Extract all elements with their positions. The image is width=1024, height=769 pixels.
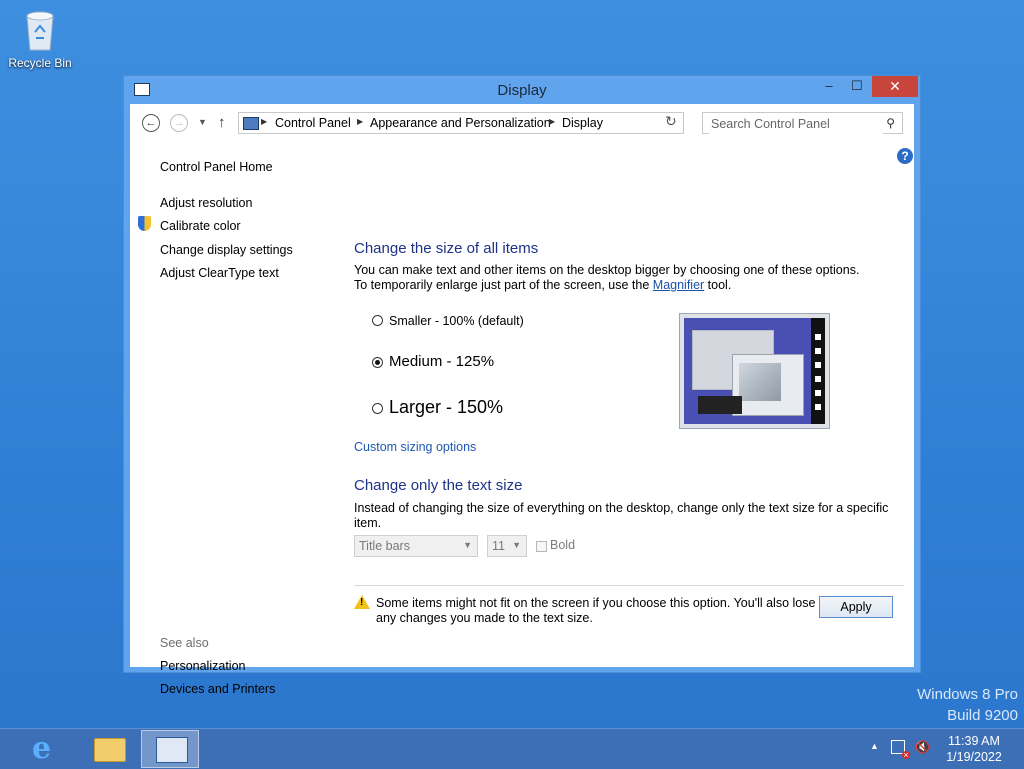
section-title-all-items: Change the size of all items <box>354 240 539 257</box>
uac-shield-icon <box>138 216 151 231</box>
description-text: You can make text and other items on the… <box>354 263 860 292</box>
option-smaller-label: Smaller - 100% (default) <box>389 314 524 328</box>
taskbar-file-explorer[interactable] <box>78 730 136 768</box>
section-title-text-size: Change only the text size <box>354 477 523 494</box>
breadcrumb-display[interactable]: Display <box>562 116 603 130</box>
breadcrumb-separator-icon[interactable]: ▶ <box>357 117 363 126</box>
option-larger-label: Larger - 150% <box>389 397 504 417</box>
bold-label: Bold <box>550 538 576 552</box>
search-box[interactable]: ⚲ <box>702 112 903 134</box>
breadcrumb-appearance[interactable]: Appearance and Personalization <box>370 116 551 130</box>
os-watermark: Windows 8 Pro Build 9200 <box>917 684 1018 726</box>
navigation-bar: ← → ▼ ↑ ▶ Control Panel ▶ Appearance and… <box>130 104 914 142</box>
see-also-personalization[interactable]: Personalization <box>160 659 245 673</box>
font-size-value: 11 <box>492 539 505 553</box>
bold-checkbox[interactable] <box>536 541 547 552</box>
recent-locations-chevron-icon[interactable]: ▼ <box>198 117 207 127</box>
title-bar[interactable]: Display – ☐ ✕ <box>124 76 920 104</box>
custom-sizing-options-link[interactable]: Custom sizing options <box>354 440 476 454</box>
breadcrumb-separator-icon[interactable]: ▶ <box>549 117 555 126</box>
item-select[interactable]: Title bars ▼ <box>354 535 478 557</box>
display-preview-image <box>679 313 830 429</box>
breadcrumb-control-panel[interactable]: Control Panel <box>275 116 351 130</box>
clock-date: 1/19/2022 <box>946 750 1002 764</box>
section-description: You can make text and other items on the… <box>354 263 874 293</box>
warning-icon <box>354 595 370 609</box>
clock-time: 11:39 AM <box>948 734 1000 748</box>
recycle-bin[interactable]: Recycle Bin <box>6 6 74 70</box>
see-also-devices-and-printers[interactable]: Devices and Printers <box>160 682 275 696</box>
watermark-build: Build 9200 <box>947 707 1018 724</box>
taskbar: e ▲ 🔇 11:39 AM 1/19/2022 <box>0 728 1024 769</box>
sidebar-control-panel-home[interactable]: Control Panel Home <box>160 160 273 174</box>
forward-button[interactable]: → <box>170 114 188 132</box>
help-icon[interactable]: ? <box>897 148 913 164</box>
sidebar-item-adjust-cleartype[interactable]: Adjust ClearType text <box>160 266 279 280</box>
chevron-down-icon: ▼ <box>512 540 521 550</box>
breadcrumb-separator-icon[interactable]: ▶ <box>261 117 267 126</box>
radio-larger[interactable] <box>372 403 383 414</box>
recycle-bin-icon <box>23 6 57 52</box>
sidebar-item-calibrate-color[interactable]: Calibrate color <box>160 219 241 233</box>
see-also-heading: See also <box>160 636 209 650</box>
show-hidden-icons-icon[interactable]: ▲ <box>870 741 879 751</box>
minimize-button[interactable]: – <box>814 76 844 97</box>
clock[interactable]: 11:39 AM 1/19/2022 <box>936 733 1012 765</box>
chevron-down-icon: ▼ <box>463 540 472 550</box>
item-select-value: Title bars <box>359 539 410 553</box>
font-size-select[interactable]: 11 ▼ <box>487 535 527 557</box>
volume-muted-icon[interactable]: 🔇 <box>915 740 930 754</box>
search-icon[interactable]: ⚲ <box>886 116 895 130</box>
network-icon[interactable] <box>891 740 910 759</box>
window-client-area: ← → ▼ ↑ ▶ Control Panel ▶ Appearance and… <box>130 104 914 696</box>
refresh-icon[interactable]: ↻ <box>665 113 687 135</box>
back-button[interactable]: ← <box>142 114 160 132</box>
taskbar-internet-explorer[interactable]: e <box>16 730 74 768</box>
divider <box>354 585 904 586</box>
folder-icon <box>94 738 126 762</box>
text-size-description: Instead of changing the size of everythi… <box>354 501 889 530</box>
description-text-end: tool. <box>704 278 732 292</box>
up-arrow-icon[interactable]: ↑ <box>218 114 226 131</box>
recycle-bin-label: Recycle Bin <box>8 56 72 70</box>
internet-explorer-icon: e <box>32 731 52 766</box>
maximize-button[interactable]: ☐ <box>842 76 872 97</box>
warning-text: Some items might not fit on the screen i… <box>376 596 816 625</box>
taskbar-control-panel[interactable] <box>141 730 199 768</box>
apply-button[interactable]: Apply <box>819 596 893 618</box>
sidebar-item-change-display-settings[interactable]: Change display settings <box>160 243 293 257</box>
watermark-edition: Windows 8 Pro <box>917 686 1018 703</box>
radio-medium[interactable] <box>372 357 383 368</box>
option-medium-label: Medium - 125% <box>389 353 495 370</box>
search-input[interactable] <box>709 114 883 134</box>
close-button[interactable]: ✕ <box>872 76 918 97</box>
sidebar-item-adjust-resolution[interactable]: Adjust resolution <box>160 196 252 210</box>
display-window: Display – ☐ ✕ ← → ▼ ↑ ▶ Control Panel ▶ … <box>123 75 921 696</box>
window-title: Display <box>497 82 547 99</box>
radio-smaller[interactable] <box>372 315 383 326</box>
magnifier-link[interactable]: Magnifier <box>653 278 704 292</box>
breadcrumb[interactable]: ▶ Control Panel ▶ Appearance and Persona… <box>238 112 759 134</box>
control-panel-icon <box>156 737 188 763</box>
control-panel-icon <box>243 117 259 130</box>
